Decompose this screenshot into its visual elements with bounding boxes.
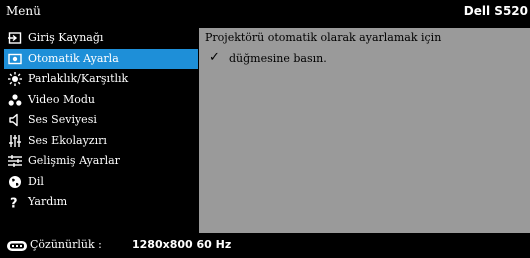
help-icon: ? — [10, 197, 18, 210]
menu-item-label: Parlaklık/Karşıtlık — [28, 72, 129, 85]
menu-item-video-mode[interactable]: Video Modu — [0, 90, 198, 111]
video-mode-icon — [8, 93, 22, 106]
description-panel: Projektörü otomatik olarak ayarlamak içi… — [199, 28, 530, 233]
menu-item-label: Gelişmiş Ayarlar — [28, 154, 120, 167]
menu-item-input-source[interactable]: Giriş Kaynağı — [0, 28, 198, 49]
menu-item-label: Video Modu — [28, 92, 95, 106]
menu-item-equalizer[interactable]: Ses Ekolayzırı — [0, 131, 198, 152]
menu-item-label: Ses Ekolayzırı — [28, 133, 107, 147]
menu-item-label: Otomatik Ayarla — [28, 51, 119, 65]
check-icon: ✓ — [209, 50, 220, 65]
globe-icon — [9, 175, 21, 188]
status-bar: Çözünürlük : 1280x800 60 Hz — [0, 234, 530, 258]
menu-title: Menü — [6, 4, 41, 18]
input-source-icon — [8, 32, 22, 44]
description-text: Projektörü otomatik olarak ayarlamak içi… — [205, 31, 442, 44]
menu-item-advanced-settings[interactable]: Gelişmiş Ayarlar — [0, 151, 198, 172]
menu-item-label: Ses Seviyesi — [28, 113, 97, 126]
osd-header: Menü Dell S520 — [0, 0, 530, 24]
menu-item-label: Dil — [28, 174, 44, 188]
resolution-label: Çözünürlük : — [30, 238, 102, 251]
svg-text:?: ? — [10, 197, 18, 210]
menu-item-language[interactable]: Dil — [0, 172, 198, 193]
equalizer-icon — [9, 134, 21, 147]
menu-item-label: Yardım — [28, 195, 68, 208]
menu-item-brightness-contrast[interactable]: Parlaklık/Karşıtlık — [0, 69, 198, 90]
menu-item-auto-adjust[interactable]: Otomatik Ayarla — [4, 48, 198, 69]
menu-item-volume[interactable]: Ses Seviyesi — [0, 110, 198, 131]
projector-osd: Menü Dell S520 Giriş Kaynağı Otomatik Ay… — [0, 0, 530, 258]
menu-item-help[interactable]: ? Yardım — [0, 192, 198, 213]
brightness-icon — [8, 72, 22, 86]
auto-adjust-icon — [8, 53, 22, 64]
description-text-2: düğmesine basın. — [229, 52, 327, 65]
model-name: Dell S520 — [463, 4, 528, 18]
resolution-value: 1280x800 60 Hz — [132, 238, 232, 251]
display-resolution-icon — [7, 241, 27, 251]
advanced-settings-icon — [8, 155, 22, 167]
speaker-icon — [9, 113, 18, 127]
menu-item-label: Giriş Kaynağı — [28, 31, 104, 44]
main-menu: Giriş Kaynağı Otomatik Ayarla Parlaklık/… — [0, 28, 198, 233]
